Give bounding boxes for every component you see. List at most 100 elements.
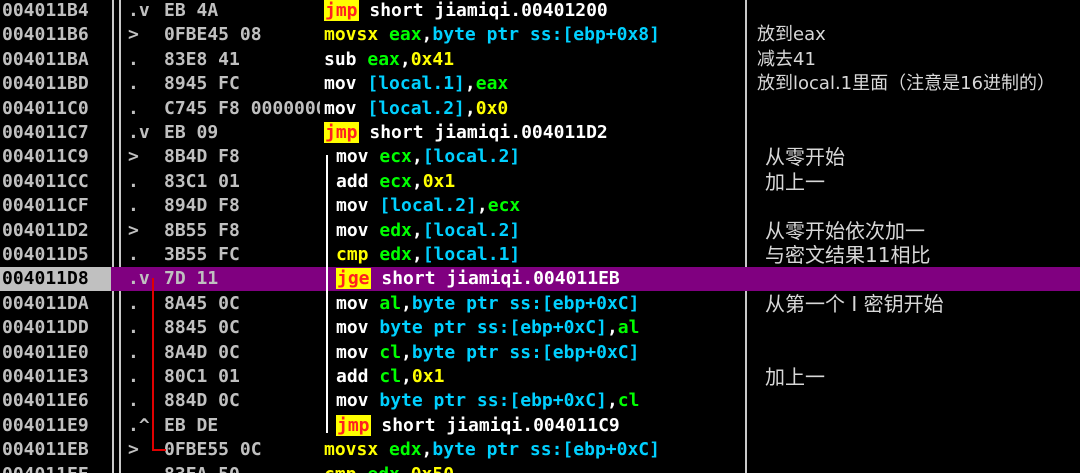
- instruction-token: ,: [401, 292, 412, 314]
- disasm-row[interactable]: 004011D5. 3B55 FC cmp edx,[local.1] 与密文结果11…: [0, 243, 1080, 267]
- disasm-row[interactable]: 004011C0. C745 F8 00000000mov [local.2],0…: [0, 97, 1080, 121]
- address-cell: 004011DD: [2, 317, 89, 339]
- disasm-row[interactable]: 004011BD. 8945 FC mov [local.1],eax 放到local…: [0, 72, 1080, 96]
- instruction-token: ecx: [379, 170, 412, 192]
- instruction-token: ,: [401, 366, 412, 387]
- address-cell: 004011CF: [2, 195, 89, 217]
- address-cell: 004011D5: [2, 244, 89, 265]
- instruction-token: mov: [336, 195, 369, 217]
- instruction-token: add: [336, 366, 369, 387]
- instruction-token: mov: [324, 73, 357, 95]
- comment-cell: 放到local.1里面（注意是16进制的）: [757, 73, 1056, 95]
- instruction-token: [369, 293, 380, 314]
- instruction-token: ,: [606, 317, 618, 339]
- hex-bytes-cell: 8945 FC: [164, 73, 240, 95]
- jump-marker: .^: [128, 414, 150, 436]
- instruction-token: ,: [476, 195, 488, 217]
- instruction-token: byte ptr ss:[ebp+0xC]: [411, 292, 640, 314]
- instruction-token: sub: [324, 48, 357, 70]
- instruction-token: 0x41: [410, 48, 455, 70]
- address-cell: 004011B6: [2, 24, 89, 46]
- instruction-token: [369, 390, 380, 411]
- jump-marker: .: [128, 341, 139, 363]
- instruction-token: [local.1]: [367, 73, 465, 95]
- disasm-row[interactable]: 004011EE. 83FA 50 cmp edx,0x50: [0, 463, 1080, 473]
- instruction-cell: mov ecx,[local.2]: [324, 145, 742, 169]
- address-cell: 004011BA: [2, 48, 89, 70]
- instruction-token: [369, 220, 380, 241]
- hex-bytes-cell: 80C1 01: [164, 366, 240, 387]
- instruction-token: movsx: [324, 24, 379, 46]
- instruction-token: byte ptr ss:[ebp+0xC]: [411, 341, 640, 363]
- instruction-token: [357, 73, 368, 94]
- hex-bytes-cell: 8A4D 0C: [164, 341, 240, 363]
- instruction-token: ,: [464, 97, 476, 119]
- disasm-row[interactable]: 004011DA. 8A45 0C mov al,byte ptr ss:[ebp+…: [0, 292, 1080, 316]
- disasm-row[interactable]: 004011CC. 83C1 01 add ecx,0x1 加上一: [0, 170, 1080, 194]
- disasm-row[interactable]: 004011CF. 894D F8 mov [local.2],ecx: [0, 194, 1080, 218]
- instruction-token: short jiamiqi.00401200: [358, 0, 608, 21]
- instruction-cell: mov al,byte ptr ss:[ebp+0xC]: [324, 292, 742, 316]
- comment-cell: 放到eax: [757, 24, 826, 46]
- instruction-token: ,: [411, 219, 423, 241]
- jump-line: [152, 278, 154, 450]
- comment-cell: 从第一个 I 密钥开始: [765, 291, 944, 316]
- disasm-row[interactable]: 004011B4 .v EB 4A jmp short jiamiqi.0040120…: [0, 0, 1080, 23]
- address-cell: 004011CC: [2, 170, 89, 192]
- disasm-row[interactable]: 004011C7 .v EB 09 jmp short jiamiqi.004011D…: [0, 121, 1080, 145]
- jump-marker: .: [128, 97, 139, 119]
- hex-bytes-cell: 8B4D F8: [164, 146, 240, 168]
- instruction-token: ecx: [487, 195, 521, 217]
- instruction-token: al: [617, 317, 640, 339]
- disasm-row[interactable]: 004011DD. 8845 0C mov byte ptr ss:[ebp+0xC…: [0, 316, 1080, 340]
- hex-bytes-cell: 3B55 FC: [164, 244, 240, 265]
- disasm-row[interactable]: 004011D8 .v 7D 11 jge short jiamiqi.004011E…: [0, 267, 1080, 292]
- instruction-token: al: [379, 292, 402, 314]
- instruction-cell: mov [local.2],ecx: [324, 194, 742, 218]
- jump-marker: >: [128, 219, 139, 241]
- instruction-token: ,: [400, 464, 411, 473]
- instruction-token: [local.2]: [422, 219, 521, 241]
- hex-bytes-cell: 83C1 01: [164, 170, 240, 192]
- hex-bytes-cell: 0FBE55 0C: [164, 439, 262, 461]
- jump-marker: >: [128, 439, 139, 461]
- instruction-cell: mov [local.2],0x0: [324, 97, 742, 121]
- hex-bytes-cell: EB 09: [164, 122, 219, 143]
- instruction-token: [357, 98, 368, 119]
- instruction-token: jmp: [336, 414, 371, 436]
- instruction-token: edx: [379, 219, 412, 241]
- jump-marker: .: [128, 73, 139, 95]
- disassembly-view[interactable]: 004011B4 .v EB 4A jmp short jiamiqi.0040120…: [0, 0, 1080, 473]
- instruction-cell: mov cl,byte ptr ss:[ebp+0xC]: [324, 341, 742, 365]
- disasm-row[interactable]: 004011C9 >8B4D F8 mov ecx,[local.2] 从零开始: [0, 145, 1080, 169]
- instruction-token: edx: [367, 464, 400, 473]
- address-cell: 004011C0: [2, 97, 89, 119]
- instruction-token: mov: [336, 292, 369, 314]
- address-cell: 004011C9: [2, 146, 89, 168]
- instruction-cell: mov edx,[local.2]: [324, 219, 742, 243]
- hex-bytes-cell: 7D 11: [164, 268, 219, 290]
- instruction-token: [357, 464, 368, 473]
- disasm-row[interactable]: 004011BA. 83E8 41 sub eax,0x41 减去41: [0, 48, 1080, 72]
- instruction-cell: sub eax,0x41: [324, 48, 742, 72]
- disasm-row[interactable]: 004011E0. 8A4D 0C mov cl,byte ptr ss:[ebp+…: [0, 341, 1080, 365]
- instruction-cell: add cl,0x1: [324, 365, 742, 389]
- instruction-token: byte ptr ss:[ebp+0x8]: [432, 24, 660, 46]
- disasm-row[interactable]: 004011E3. 80C1 01 add cl,0x1 加上一: [0, 365, 1080, 389]
- instruction-token: mov: [324, 97, 357, 119]
- instruction-token: cmp: [336, 244, 369, 265]
- instruction-token: mov: [336, 317, 369, 339]
- disasm-row[interactable]: 004011D2 >8B55 F8 mov edx,[local.2] 从零开始依次加…: [0, 219, 1080, 243]
- instruction-token: ,: [401, 341, 412, 363]
- instruction-cell: add ecx,0x1: [324, 170, 742, 194]
- disasm-row[interactable]: 004011B6 >0FBE45 08 movsx eax,byte ptr ss:…: [0, 23, 1080, 47]
- address-cell: 004011D8: [0, 267, 111, 292]
- disasm-row[interactable]: 004011E6. 884D 0C mov byte ptr ss:[ebp+0xC…: [0, 389, 1080, 413]
- jump-marker: .: [128, 390, 139, 412]
- instruction-token: [369, 366, 380, 387]
- instruction-cell: mov byte ptr ss:[ebp+0xC],cl: [324, 389, 742, 413]
- disasm-row[interactable]: 004011E9 .^ EB DE jmp short jiamiqi.004011C…: [0, 414, 1080, 438]
- instruction-token: [369, 342, 380, 363]
- instruction-token: byte ptr ss:[ebp+0xC]: [379, 390, 607, 412]
- jump-marker: .v: [128, 268, 150, 290]
